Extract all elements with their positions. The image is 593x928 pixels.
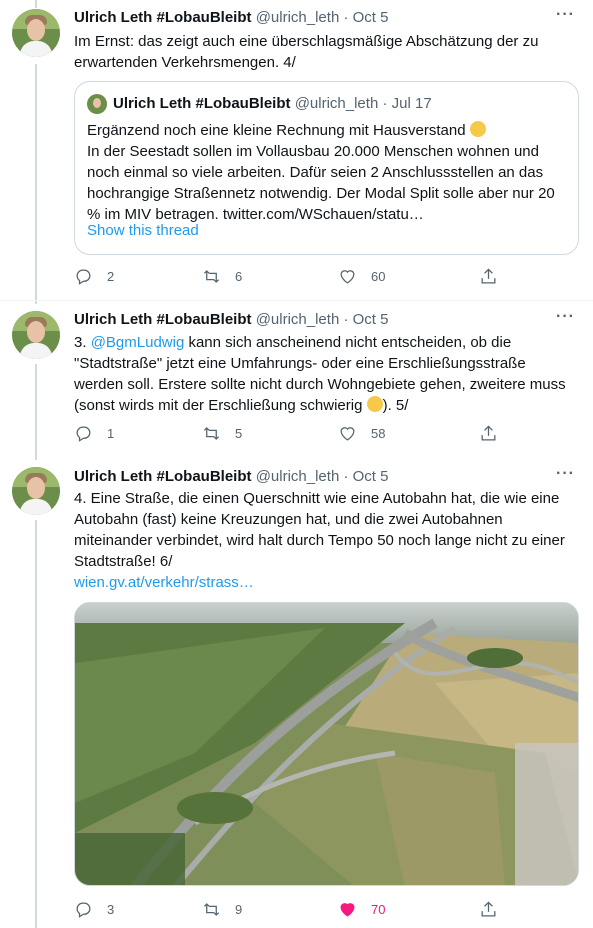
retweet-button[interactable]: 6 [202, 267, 242, 286]
avatar[interactable] [12, 311, 60, 359]
more-icon[interactable]: ··· [556, 465, 575, 483]
quote-date: · Jul 17 [382, 95, 432, 112]
tweet-header: Ulrich Leth #LobauBleibt @ulrich_leth · … [74, 8, 388, 28]
like-button[interactable]: 70 [338, 900, 385, 919]
more-icon[interactable]: ··· [556, 6, 575, 24]
tweet-date[interactable]: · Oct 5 [343, 468, 388, 485]
tweet-actions: 3 9 70 [74, 900, 504, 920]
share-icon [481, 901, 496, 917]
like-button[interactable]: 58 [338, 424, 385, 443]
tweet-header: Ulrich Leth #LobauBleibt @ulrich_leth · … [74, 310, 388, 330]
quoted-tweet[interactable]: Ulrich Leth #LobauBleibt @ulrich_leth · … [74, 81, 579, 255]
aerial-road-image[interactable] [74, 602, 579, 886]
tweet-text: 4. Eine Straße, die einen Querschnitt wi… [74, 488, 579, 593]
like-count: 58 [371, 426, 386, 441]
tweet-actions: 1 5 58 [74, 424, 504, 444]
tweet-actions: 2 6 60 [74, 267, 504, 287]
retweet-count: 9 [235, 902, 243, 917]
mention-link[interactable]: @BgmLudwig [91, 334, 185, 351]
author-name[interactable]: Ulrich Leth #LobauBleibt [74, 311, 252, 328]
aerial-rendering [75, 603, 578, 885]
quote-body: In der Seestadt sollen im Vollausbau 20.… [87, 143, 555, 223]
reply-icon [76, 426, 91, 442]
tweet-text: Im Ernst: das zeigt auch eine überschlag… [74, 33, 539, 71]
retweet-icon [203, 270, 220, 283]
tweet-date[interactable]: · Oct 5 [343, 9, 388, 26]
share-icon [481, 268, 496, 284]
retweet-button[interactable]: 9 [202, 900, 242, 919]
author-name[interactable]: Ulrich Leth #LobauBleibt [74, 9, 252, 26]
avatar [87, 94, 107, 114]
tweet-body: 4. Eine Straße, die einen Querschnitt wi… [74, 490, 565, 570]
author-handle[interactable]: @ulrich_leth [256, 9, 340, 26]
reply-count: 2 [107, 269, 115, 284]
winking-face-icon [469, 121, 486, 137]
quote-header: Ulrich Leth #LobauBleibt @ulrich_leth · … [113, 94, 432, 114]
tweet-text: 3. @BgmLudwig kann sich anscheinend nich… [74, 332, 579, 416]
reply-icon [76, 269, 91, 285]
retweet-count: 6 [235, 269, 243, 284]
shushing-face-icon [366, 396, 383, 412]
quote-line1: Ergänzend noch eine kleine Rechnung mit … [87, 122, 466, 139]
external-link[interactable]: wien.gv.at/verkehr/strass… [74, 574, 254, 591]
avatar[interactable] [12, 467, 60, 515]
author-name[interactable]: Ulrich Leth #LobauBleibt [74, 468, 252, 485]
tweet-suffix: ). 5/ [382, 397, 409, 414]
retweet-icon [203, 427, 220, 440]
like-count: 60 [371, 269, 386, 284]
show-thread-link[interactable]: Show this thread [87, 222, 199, 239]
author-handle[interactable]: @ulrich_leth [256, 311, 340, 328]
tweet-date[interactable]: · Oct 5 [343, 311, 388, 328]
reply-count: 3 [107, 902, 115, 917]
more-icon[interactable]: ··· [556, 308, 575, 326]
share-button[interactable] [479, 900, 498, 919]
reply-button[interactable]: 3 [74, 900, 114, 919]
retweet-button[interactable]: 5 [202, 424, 242, 443]
quote-text: Ergänzend noch eine kleine Rechnung mit … [87, 120, 566, 225]
tweet[interactable]: Ulrich Leth #LobauBleibt @ulrich_leth · … [0, 300, 593, 460]
reply-icon [76, 902, 91, 918]
heart-icon [340, 270, 355, 284]
reply-button[interactable]: 1 [74, 424, 114, 443]
retweet-count: 5 [235, 426, 243, 441]
heart-icon [340, 427, 355, 441]
tweet-header: Ulrich Leth #LobauBleibt @ulrich_leth · … [74, 467, 388, 487]
quote-author-name: Ulrich Leth #LobauBleibt [113, 95, 291, 112]
author-handle[interactable]: @ulrich_leth [256, 468, 340, 485]
tweet[interactable]: Ulrich Leth #LobauBleibt @ulrich_leth · … [0, 0, 593, 300]
like-count: 70 [371, 902, 386, 917]
avatar[interactable] [12, 9, 60, 57]
quote-author-handle: @ulrich_leth [294, 95, 379, 112]
share-icon [481, 425, 496, 441]
reply-button[interactable]: 2 [74, 267, 114, 286]
share-button[interactable] [479, 267, 498, 286]
tweet-prefix: 3. [74, 334, 91, 351]
heart-icon [340, 903, 355, 917]
share-button[interactable] [479, 424, 498, 443]
like-button[interactable]: 60 [338, 267, 385, 286]
reply-count: 1 [107, 426, 115, 441]
retweet-icon [203, 903, 220, 916]
